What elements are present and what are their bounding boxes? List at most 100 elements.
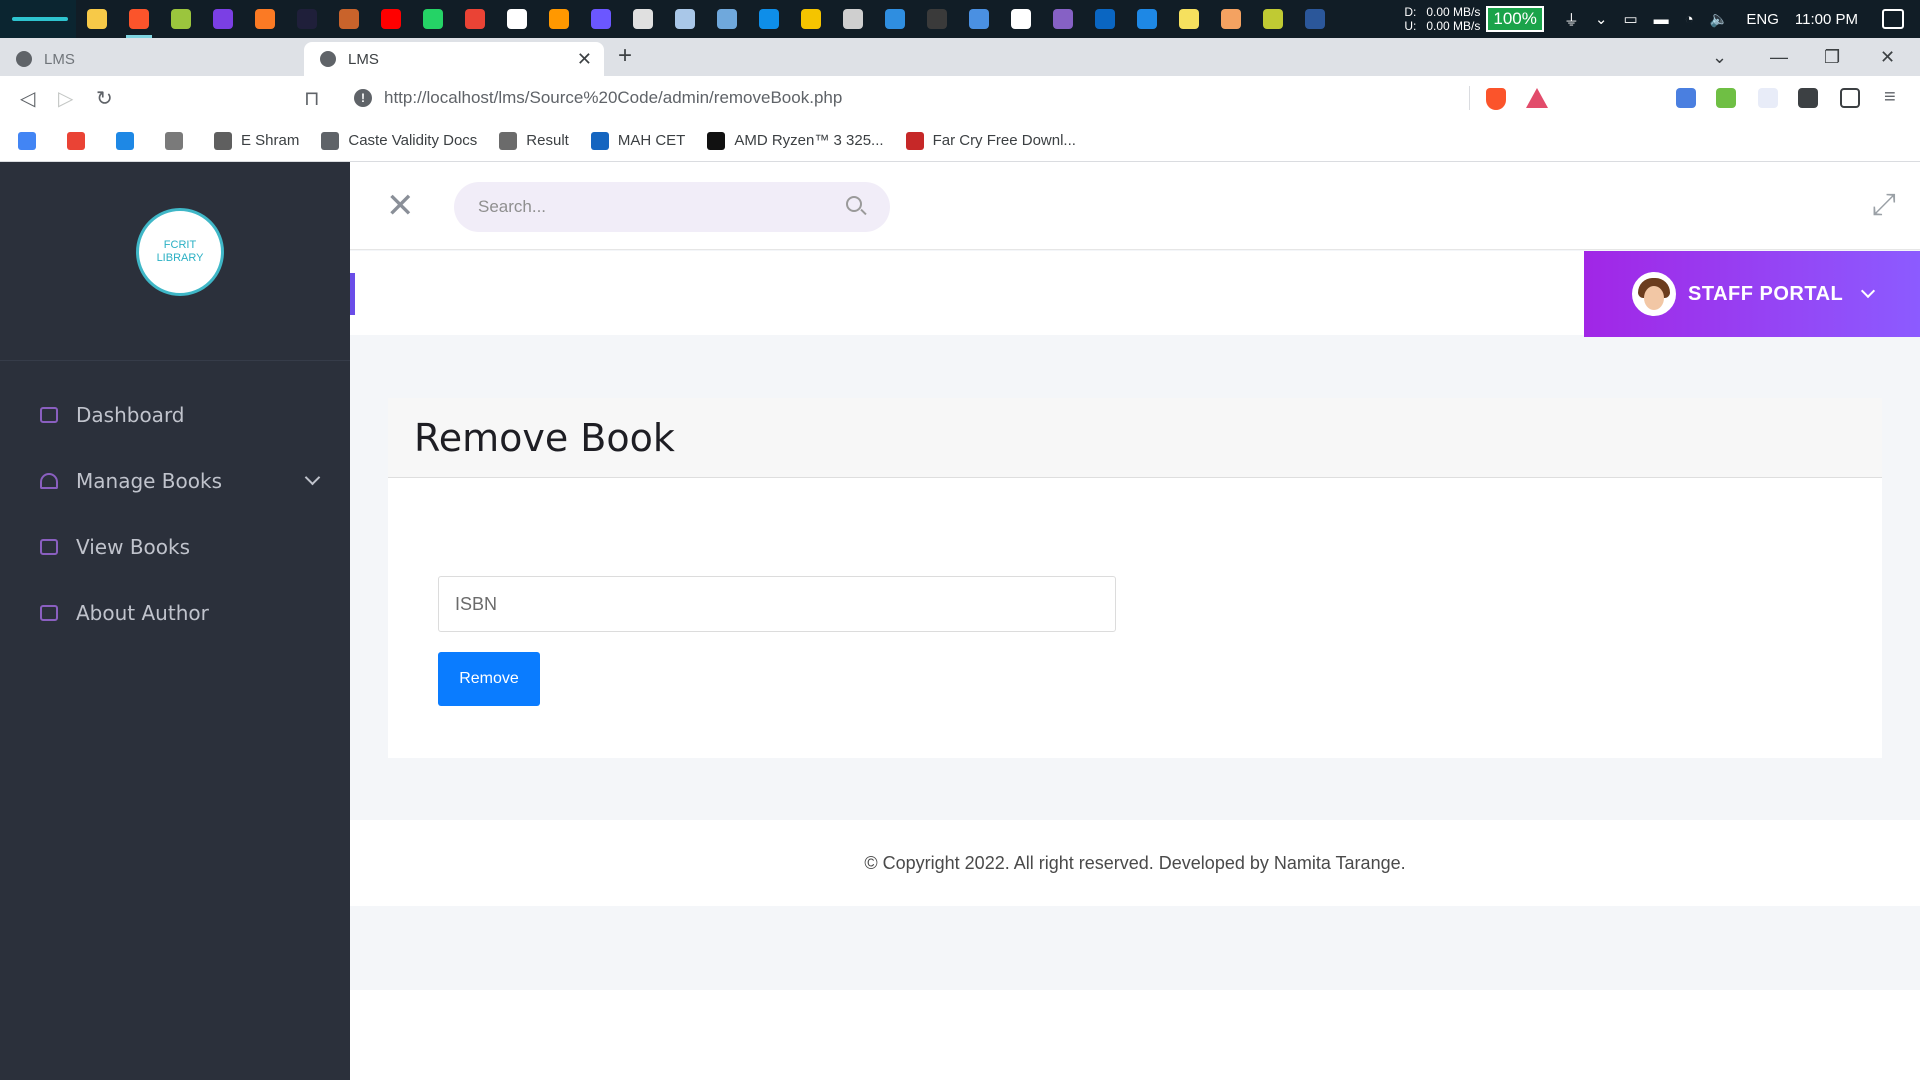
- media-player-icon[interactable]: [202, 0, 244, 38]
- android-app-icon-glyph: [171, 9, 191, 29]
- c-app-icon[interactable]: [1252, 0, 1294, 38]
- footer: © Copyright 2022. All right reserved. De…: [350, 820, 1920, 906]
- tools-extension-icon[interactable]: [1716, 88, 1736, 108]
- tab-lms-1[interactable]: LMS: [0, 42, 300, 76]
- bookmark-7[interactable]: MAH CET: [590, 131, 685, 150]
- shield-app-icon[interactable]: [958, 0, 1000, 38]
- language-indicator[interactable]: ENG: [1746, 11, 1779, 28]
- tab-title: LMS: [44, 50, 75, 68]
- android-app-icon[interactable]: [160, 0, 202, 38]
- remove-button[interactable]: Remove: [438, 652, 540, 706]
- bookmark-1[interactable]: [67, 131, 94, 150]
- vscode-icon[interactable]: [874, 0, 916, 38]
- tray-overflow-chevron-icon[interactable]: ⌄: [1595, 10, 1608, 28]
- linkedin-icon-glyph: [1095, 9, 1115, 29]
- volume-icon[interactable]: 🔈: [1710, 10, 1729, 28]
- reload-icon[interactable]: ↻: [96, 86, 113, 111]
- settings-gear-icon[interactable]: [832, 0, 874, 38]
- youtube-icon[interactable]: [370, 0, 412, 38]
- back-icon[interactable]: ◁: [20, 86, 35, 111]
- tab-lms-2-active[interactable]: LMS ✕: [304, 42, 604, 76]
- logo-line-2: LIBRARY: [156, 252, 204, 264]
- extensions-puzzle-icon[interactable]: [1798, 88, 1818, 108]
- close-window-icon[interactable]: ✕: [1880, 38, 1895, 76]
- sun-app-icon[interactable]: [790, 0, 832, 38]
- restore-icon[interactable]: ❐: [1824, 38, 1840, 76]
- copyright-text: © Copyright 2022. All right reserved. De…: [864, 852, 1406, 873]
- file-explorer-icon[interactable]: [76, 0, 118, 38]
- brave-rewards-icon[interactable]: [1526, 88, 1548, 108]
- console-icon[interactable]: [328, 0, 370, 38]
- brave-shields-icon[interactable]: [1486, 88, 1506, 110]
- bookmark-8[interactable]: AMD Ryzen™ 3 325...: [707, 131, 884, 150]
- forward-icon[interactable]: ▷: [58, 86, 73, 111]
- clock[interactable]: 11:00 PM: [1795, 11, 1858, 28]
- bookmark-2[interactable]: [116, 131, 143, 150]
- linkedin-icon[interactable]: [1084, 0, 1126, 38]
- wifi-icon[interactable]: ◔: [1685, 11, 1694, 28]
- battery-icon[interactable]: ▬: [1654, 11, 1669, 28]
- brave-browser-icon-glyph: [129, 9, 149, 29]
- battery-percent[interactable]: 100%: [1486, 6, 1544, 32]
- bookmark-page-icon[interactable]: ⊓: [304, 86, 320, 111]
- amd-icon: [707, 131, 726, 150]
- github-icon[interactable]: [1000, 0, 1042, 38]
- gift-icon: [40, 539, 58, 555]
- isbn-field[interactable]: [438, 576, 1116, 632]
- bookmark-3[interactable]: [165, 131, 192, 150]
- google-icon[interactable]: [496, 0, 538, 38]
- fcrit-library-logo[interactable]: FCRIT LIBRARY: [136, 208, 224, 296]
- sidebar-item-about-author[interactable]: About Author: [0, 580, 350, 646]
- intellij-icon[interactable]: [286, 0, 328, 38]
- notification-center-icon[interactable]: [1882, 9, 1904, 29]
- minimize-icon[interactable]: —: [1770, 38, 1788, 76]
- brave-browser-icon[interactable]: [118, 0, 160, 38]
- lapp-icon[interactable]: [1126, 0, 1168, 38]
- site-info-icon[interactable]: !: [354, 89, 372, 107]
- b-extension-icon[interactable]: [1758, 88, 1778, 108]
- staff-portal-dropdown[interactable]: STAFF PORTAL: [1584, 251, 1920, 337]
- bookmark-4[interactable]: E Shram: [214, 131, 299, 150]
- xampp-icon[interactable]: [244, 0, 286, 38]
- taskbar-widget[interactable]: [0, 0, 76, 38]
- sidebar-item-view-books[interactable]: View Books: [0, 514, 350, 580]
- bookmark-0[interactable]: [18, 131, 45, 150]
- wallet-icon[interactable]: [1840, 88, 1860, 108]
- sticky-notes-icon[interactable]: [1168, 0, 1210, 38]
- calculator-icon[interactable]: [622, 0, 664, 38]
- tab-search-chevron-icon[interactable]: ⌄: [1712, 38, 1727, 76]
- emblem-icon: [214, 131, 232, 150]
- notes-icon[interactable]: [664, 0, 706, 38]
- visual-studio-icon[interactable]: [1042, 0, 1084, 38]
- phpstorm-icon[interactable]: [580, 0, 622, 38]
- video-app-icon[interactable]: [1210, 0, 1252, 38]
- vpn-icon[interactable]: [706, 0, 748, 38]
- sidebar-item-manage-books[interactable]: Manage Books: [0, 448, 350, 514]
- gmail-icon[interactable]: [454, 0, 496, 38]
- bookmark-9[interactable]: Far Cry Free Downl...: [905, 131, 1076, 150]
- translate-extension-icon[interactable]: [1676, 88, 1696, 108]
- browser-menu-icon[interactable]: ≡: [1884, 86, 1896, 109]
- globe-icon: [321, 131, 340, 150]
- bookmark-label: Far Cry Free Downl...: [932, 132, 1076, 149]
- bookmark-5[interactable]: Caste Validity Docs: [321, 131, 477, 150]
- display-icon[interactable]: ▭: [1623, 10, 1637, 28]
- whatsapp-icon[interactable]: [412, 0, 454, 38]
- new-tab-icon[interactable]: +: [618, 42, 632, 70]
- teamviewer-icon[interactable]: [748, 0, 790, 38]
- seal-icon: [499, 131, 518, 150]
- close-sidebar-icon[interactable]: ✕: [386, 186, 415, 226]
- t-bookmark-icon: [116, 131, 134, 150]
- fullscreen-icon[interactable]: ⤢: [1872, 188, 1896, 222]
- address-bar[interactable]: ! http://localhost/lms/Source%20Code/adm…: [340, 82, 1560, 114]
- bookmark-6[interactable]: Result: [499, 131, 569, 150]
- sidebar-item-dashboard[interactable]: Dashboard: [0, 382, 350, 448]
- obs-icon[interactable]: [916, 0, 958, 38]
- search-icon[interactable]: [846, 196, 862, 212]
- sidebar: FCRIT LIBRARY Dashboard Manage Books Vie…: [0, 162, 350, 1080]
- sublime-icon[interactable]: [538, 0, 580, 38]
- close-tab-icon[interactable]: ✕: [577, 49, 592, 70]
- search-input[interactable]: [454, 182, 890, 232]
- url-text[interactable]: http://localhost/lms/Source%20Code/admin…: [384, 88, 842, 108]
- word-icon[interactable]: [1294, 0, 1336, 38]
